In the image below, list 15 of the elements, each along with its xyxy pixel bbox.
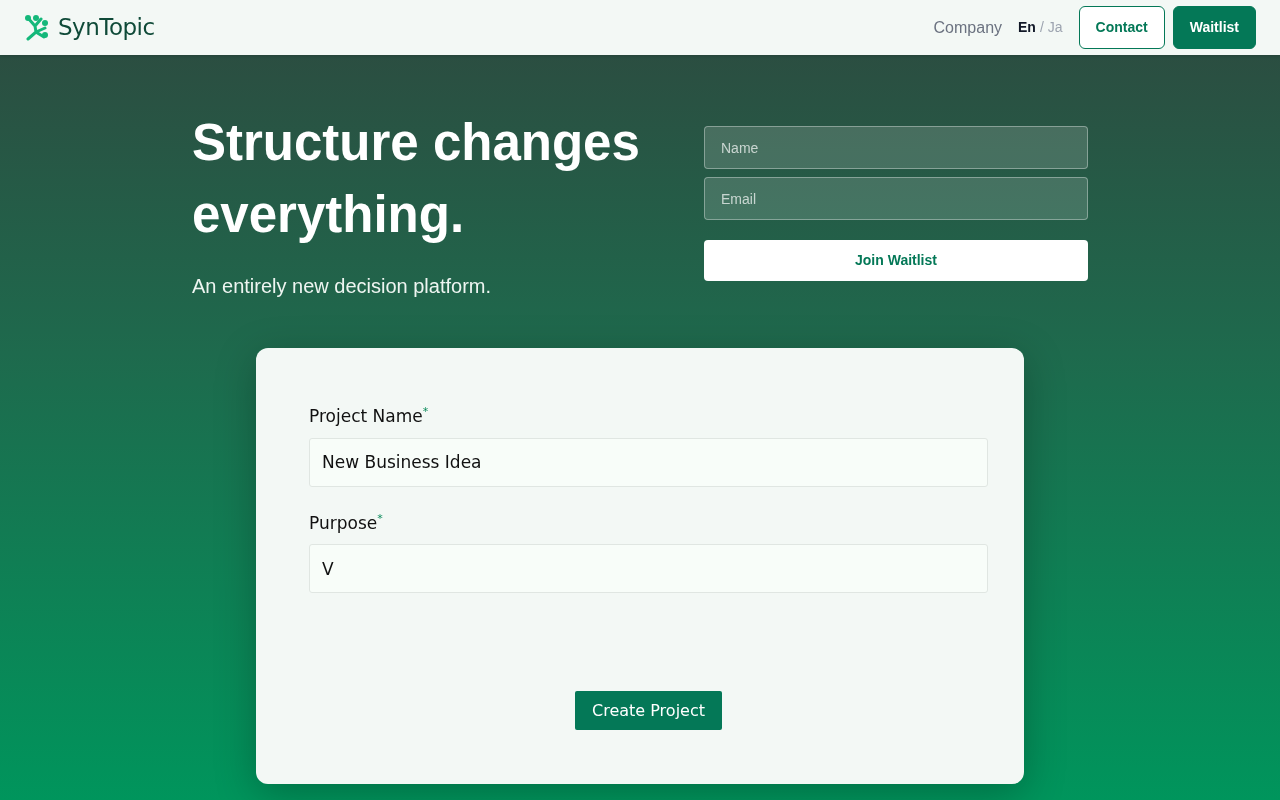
field-label: Project Name$^{*}$ (309, 404, 430, 428)
brand-name[interactable]: SynTopic (58, 10, 155, 45)
headline: Structure changes everything. (192, 113, 641, 245)
join-button[interactable]: Join Waitlist (704, 240, 1088, 281)
create-button[interactable]: Create Project (575, 691, 722, 730)
language-option[interactable]: En (1018, 17, 1036, 38)
molecule-icon (24, 14, 50, 41)
subtitle: An entirely new decision platform. (192, 274, 493, 299)
input-field[interactable]: New Business Idea (309, 437, 988, 487)
field-label: Purpose$^{*}$ (309, 510, 384, 535)
separator: / (1039, 18, 1044, 37)
waitlist-button[interactable]: Waitlist (1172, 6, 1256, 49)
input-field[interactable]: V (309, 544, 988, 593)
contact-button[interactable]: Contact (1078, 6, 1165, 49)
nav-link[interactable]: Company (933, 15, 1003, 40)
